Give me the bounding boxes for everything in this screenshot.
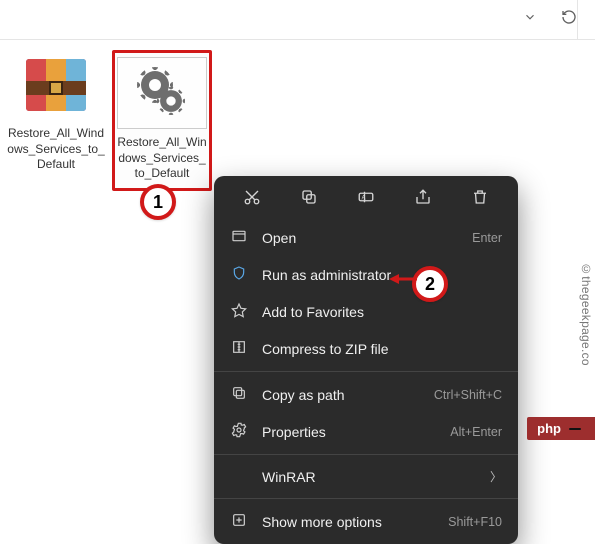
menu-separator	[214, 498, 518, 499]
refresh-icon[interactable]	[561, 9, 577, 30]
delete-icon[interactable]	[471, 188, 489, 209]
menu-item-shortcut: Alt+Enter	[450, 425, 502, 439]
menu-item-show-more[interactable]: Show more options Shift+F10	[214, 503, 518, 540]
chevron-down-icon[interactable]	[523, 10, 537, 29]
svg-text:A: A	[361, 195, 365, 201]
file-label: Restore_All_Windows_Services_to_Default	[117, 135, 207, 182]
file-item-archive[interactable]: Restore_All_Windows_Services_to_Default	[6, 50, 106, 173]
menu-item-shortcut: Ctrl+Shift+C	[434, 388, 502, 402]
menu-item-label: Add to Favorites	[262, 304, 502, 320]
annotation-callout-2: 2	[412, 266, 448, 302]
menu-item-label: Open	[262, 230, 458, 246]
explorer-toolbar	[0, 0, 595, 40]
menu-separator	[214, 454, 518, 455]
file-label: Restore_All_Windows_Services_to_Default	[6, 126, 106, 173]
file-item-batch-selected[interactable]: Restore_All_Windows_Services_to_Default	[112, 50, 212, 191]
menu-item-properties[interactable]: Properties Alt+Enter	[214, 413, 518, 450]
menu-item-label: Show more options	[262, 514, 434, 530]
chevron-right-icon: 〉	[490, 468, 502, 485]
badge-text: php	[537, 421, 561, 436]
menu-item-label: Run as administrator	[262, 267, 502, 283]
menu-item-label: WinRAR	[262, 469, 476, 485]
menu-item-compress-zip[interactable]: Compress to ZIP file	[214, 330, 518, 367]
shield-icon	[230, 265, 248, 284]
toolbar-divider	[577, 0, 595, 40]
annotation-callout-1: 1	[140, 184, 176, 220]
watermark-text: ©thegeekpage.co	[579, 262, 593, 366]
zip-icon	[230, 339, 248, 358]
callout-number: 2	[425, 274, 435, 295]
context-menu-top-actions: A	[214, 176, 518, 219]
menu-item-winrar[interactable]: WinRAR 〉	[214, 459, 518, 494]
menu-item-run-as-admin[interactable]: Run as administrator	[214, 256, 518, 293]
star-icon	[230, 302, 248, 321]
cut-icon[interactable]	[243, 188, 261, 209]
share-icon[interactable]	[414, 188, 432, 209]
menu-item-label: Compress to ZIP file	[262, 341, 502, 357]
rename-icon[interactable]: A	[356, 188, 376, 209]
menu-separator	[214, 371, 518, 372]
properties-icon	[230, 422, 248, 441]
more-icon	[230, 512, 248, 531]
copy-path-icon	[230, 385, 248, 404]
site-badge: php	[527, 417, 595, 440]
copy-icon[interactable]	[300, 188, 318, 209]
rar-archive-icon	[14, 50, 98, 120]
batch-gears-icon	[117, 57, 207, 129]
menu-item-label: Copy as path	[262, 387, 420, 403]
menu-item-label: Properties	[262, 424, 436, 440]
callout-number: 1	[153, 192, 163, 213]
menu-item-shortcut: Enter	[472, 231, 502, 245]
menu-item-add-favorites[interactable]: Add to Favorites	[214, 293, 518, 330]
menu-item-shortcut: Shift+F10	[448, 515, 502, 529]
menu-item-open[interactable]: Open Enter	[214, 219, 518, 256]
badge-tag	[569, 428, 581, 430]
open-icon	[230, 228, 248, 247]
context-menu: A Open Enter Run as administrator Add to…	[214, 176, 518, 544]
menu-item-copy-path[interactable]: Copy as path Ctrl+Shift+C	[214, 376, 518, 413]
